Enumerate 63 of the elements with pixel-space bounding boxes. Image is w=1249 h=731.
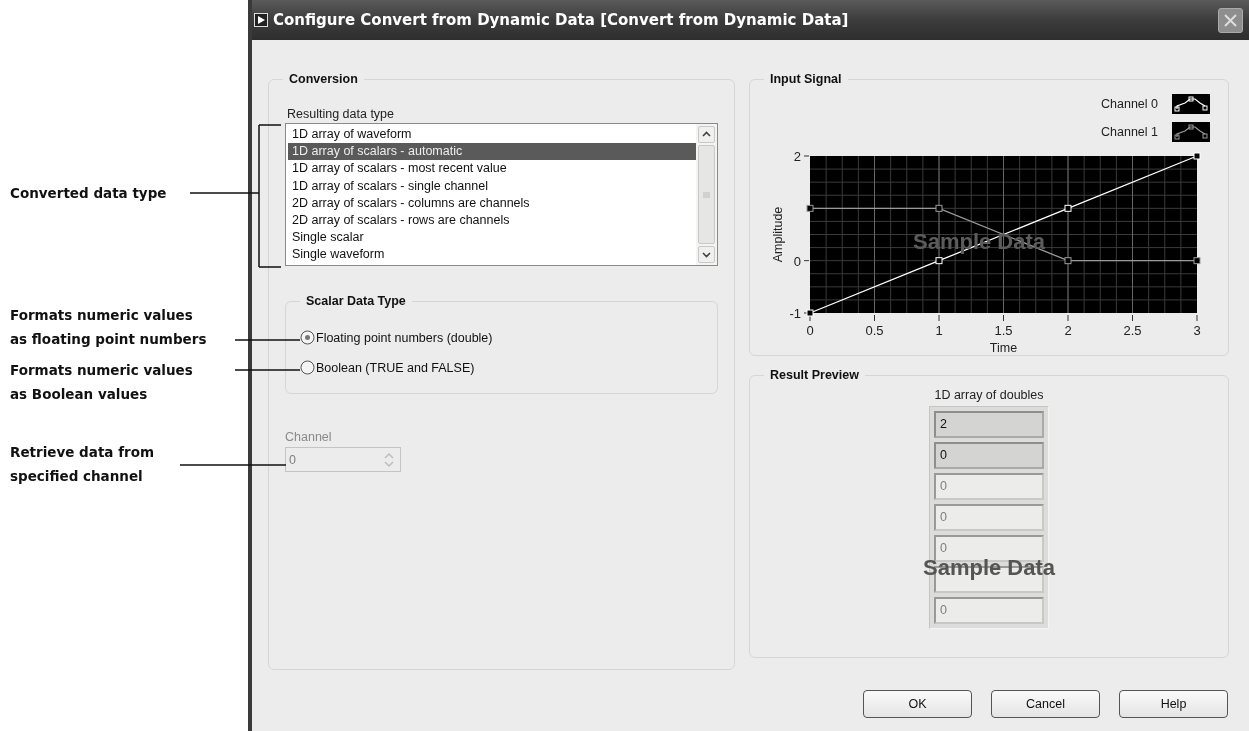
data-type-list[interactable] [285, 123, 718, 266]
leader-line [234, 369, 301, 371]
array-cell: 0 [934, 597, 1044, 624]
list-item[interactable]: Single waveform [288, 246, 696, 264]
callout-text: Formats numeric values as floating point numbers [10, 306, 207, 349]
point [935, 257, 943, 265]
array-label: 1D array of doubles [934, 388, 1044, 402]
list-item[interactable]: 1D array of waveform [288, 126, 696, 144]
tick-label: 1.5 [994, 323, 1013, 338]
dialog-button[interactable]: OK [863, 690, 972, 718]
tick-label: 2.5 [1123, 323, 1142, 338]
field-label: Channel [285, 430, 333, 444]
close-icon [1224, 13, 1237, 27]
group-title: Result Preview [769, 368, 860, 382]
point [935, 204, 943, 212]
callout-text: Formats numeric values as Boolean values [10, 361, 193, 404]
list-item[interactable]: 2D array of scalars - columns are channels [288, 194, 696, 212]
tick-label: 0 [793, 253, 801, 269]
point [1064, 204, 1072, 212]
plot-style-icon[interactable] [1172, 122, 1210, 142]
dialog-button[interactable]: Help [1119, 690, 1228, 718]
window-title: Configure Convert from Dynamic Data [Convert from Dynamic Data] [273, 11, 850, 29]
group-title: Input Signal [769, 72, 843, 86]
callout-text: Retrieve data from specified channel [10, 443, 154, 486]
array-cell: 2 [934, 411, 1044, 438]
point [1193, 257, 1201, 265]
axis-title: Amplitude [771, 206, 785, 263]
list-item[interactable]: 1D array of scalars - automatic [288, 143, 696, 161]
tick-label: 2 [1064, 323, 1072, 338]
legend-label: Channel 0 [1101, 97, 1158, 111]
tick-label: 0.5 [865, 323, 884, 338]
array-cell: 0 [934, 504, 1044, 531]
scrollbar[interactable] [696, 124, 717, 265]
legend-label: Channel 1 [1101, 125, 1158, 139]
radio-option[interactable]: Boolean (TRUE and FALSE) [300, 360, 717, 375]
point [806, 204, 814, 212]
tick-label: 1 [935, 323, 943, 338]
tick-label: 0 [806, 323, 814, 338]
point [806, 309, 814, 317]
plot-style-icon[interactable] [1172, 94, 1210, 114]
point [1064, 257, 1072, 265]
radio-option[interactable]: Floating point numbers (double) [300, 330, 717, 345]
dialog-button[interactable]: Cancel [991, 690, 1100, 718]
callout-text: Converted data type [10, 184, 167, 203]
list-item[interactable]: Single scalar [288, 229, 696, 247]
axis-title: Time [989, 341, 1018, 355]
list-item[interactable]: 1D array of scalars - most recent value [288, 160, 696, 178]
group-title: Scalar Data Type [305, 294, 407, 308]
list-item[interactable]: 2D array of scalars - rows are channels [288, 211, 696, 230]
tick-label: -1 [789, 306, 801, 321]
tick-label: 3 [1193, 323, 1201, 338]
group-title: Conversion [288, 72, 359, 86]
list-label: Resulting data type [287, 107, 395, 121]
radio-button[interactable] [300, 360, 315, 375]
close-button[interactable] [1218, 7, 1243, 33]
leader-line [234, 339, 301, 341]
array-cell: 0 [934, 473, 1044, 500]
point [1193, 152, 1201, 160]
app-icon [254, 13, 268, 27]
list-item[interactable]: 1D array of scalars - single channel [288, 177, 696, 195]
array-cell: 0 [934, 442, 1044, 469]
radio-button[interactable] [300, 330, 315, 345]
tick-label: 2 [793, 149, 801, 164]
